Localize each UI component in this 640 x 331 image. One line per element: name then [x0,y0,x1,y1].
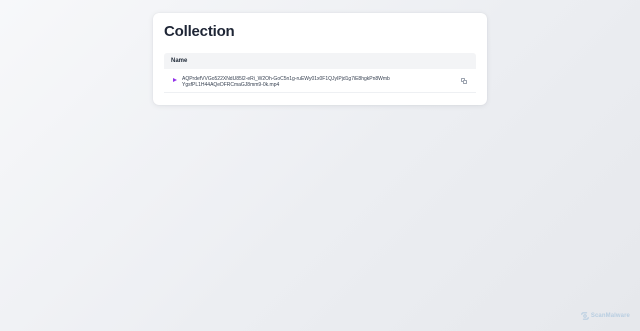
table-row[interactable]: AQPrdefVVGo522XNdU85l2-eRi_W2Oh-GoC5n1g-… [164,69,476,93]
brand-watermark: ScanMalware [581,312,630,320]
scanmalware-logo-icon [581,312,589,320]
copy-icon[interactable] [461,78,467,84]
file-name[interactable]: AQPrdefVVGo522XNdU85l2-eRi_W2Oh-GoC5n1g-… [182,76,392,88]
column-header-name: Name [171,58,188,64]
page-title: Collection [164,23,235,40]
play-icon[interactable] [173,78,177,82]
files-table: Name AQPrdefVVGo522XNdU85l2-eRi_W2Oh-GoC… [164,53,476,93]
table-header: Name [164,53,476,69]
collection-card: Collection Name AQPrdefVVGo522XNdU85l2-e… [153,13,487,105]
brand-name: ScanMalware [590,313,630,319]
